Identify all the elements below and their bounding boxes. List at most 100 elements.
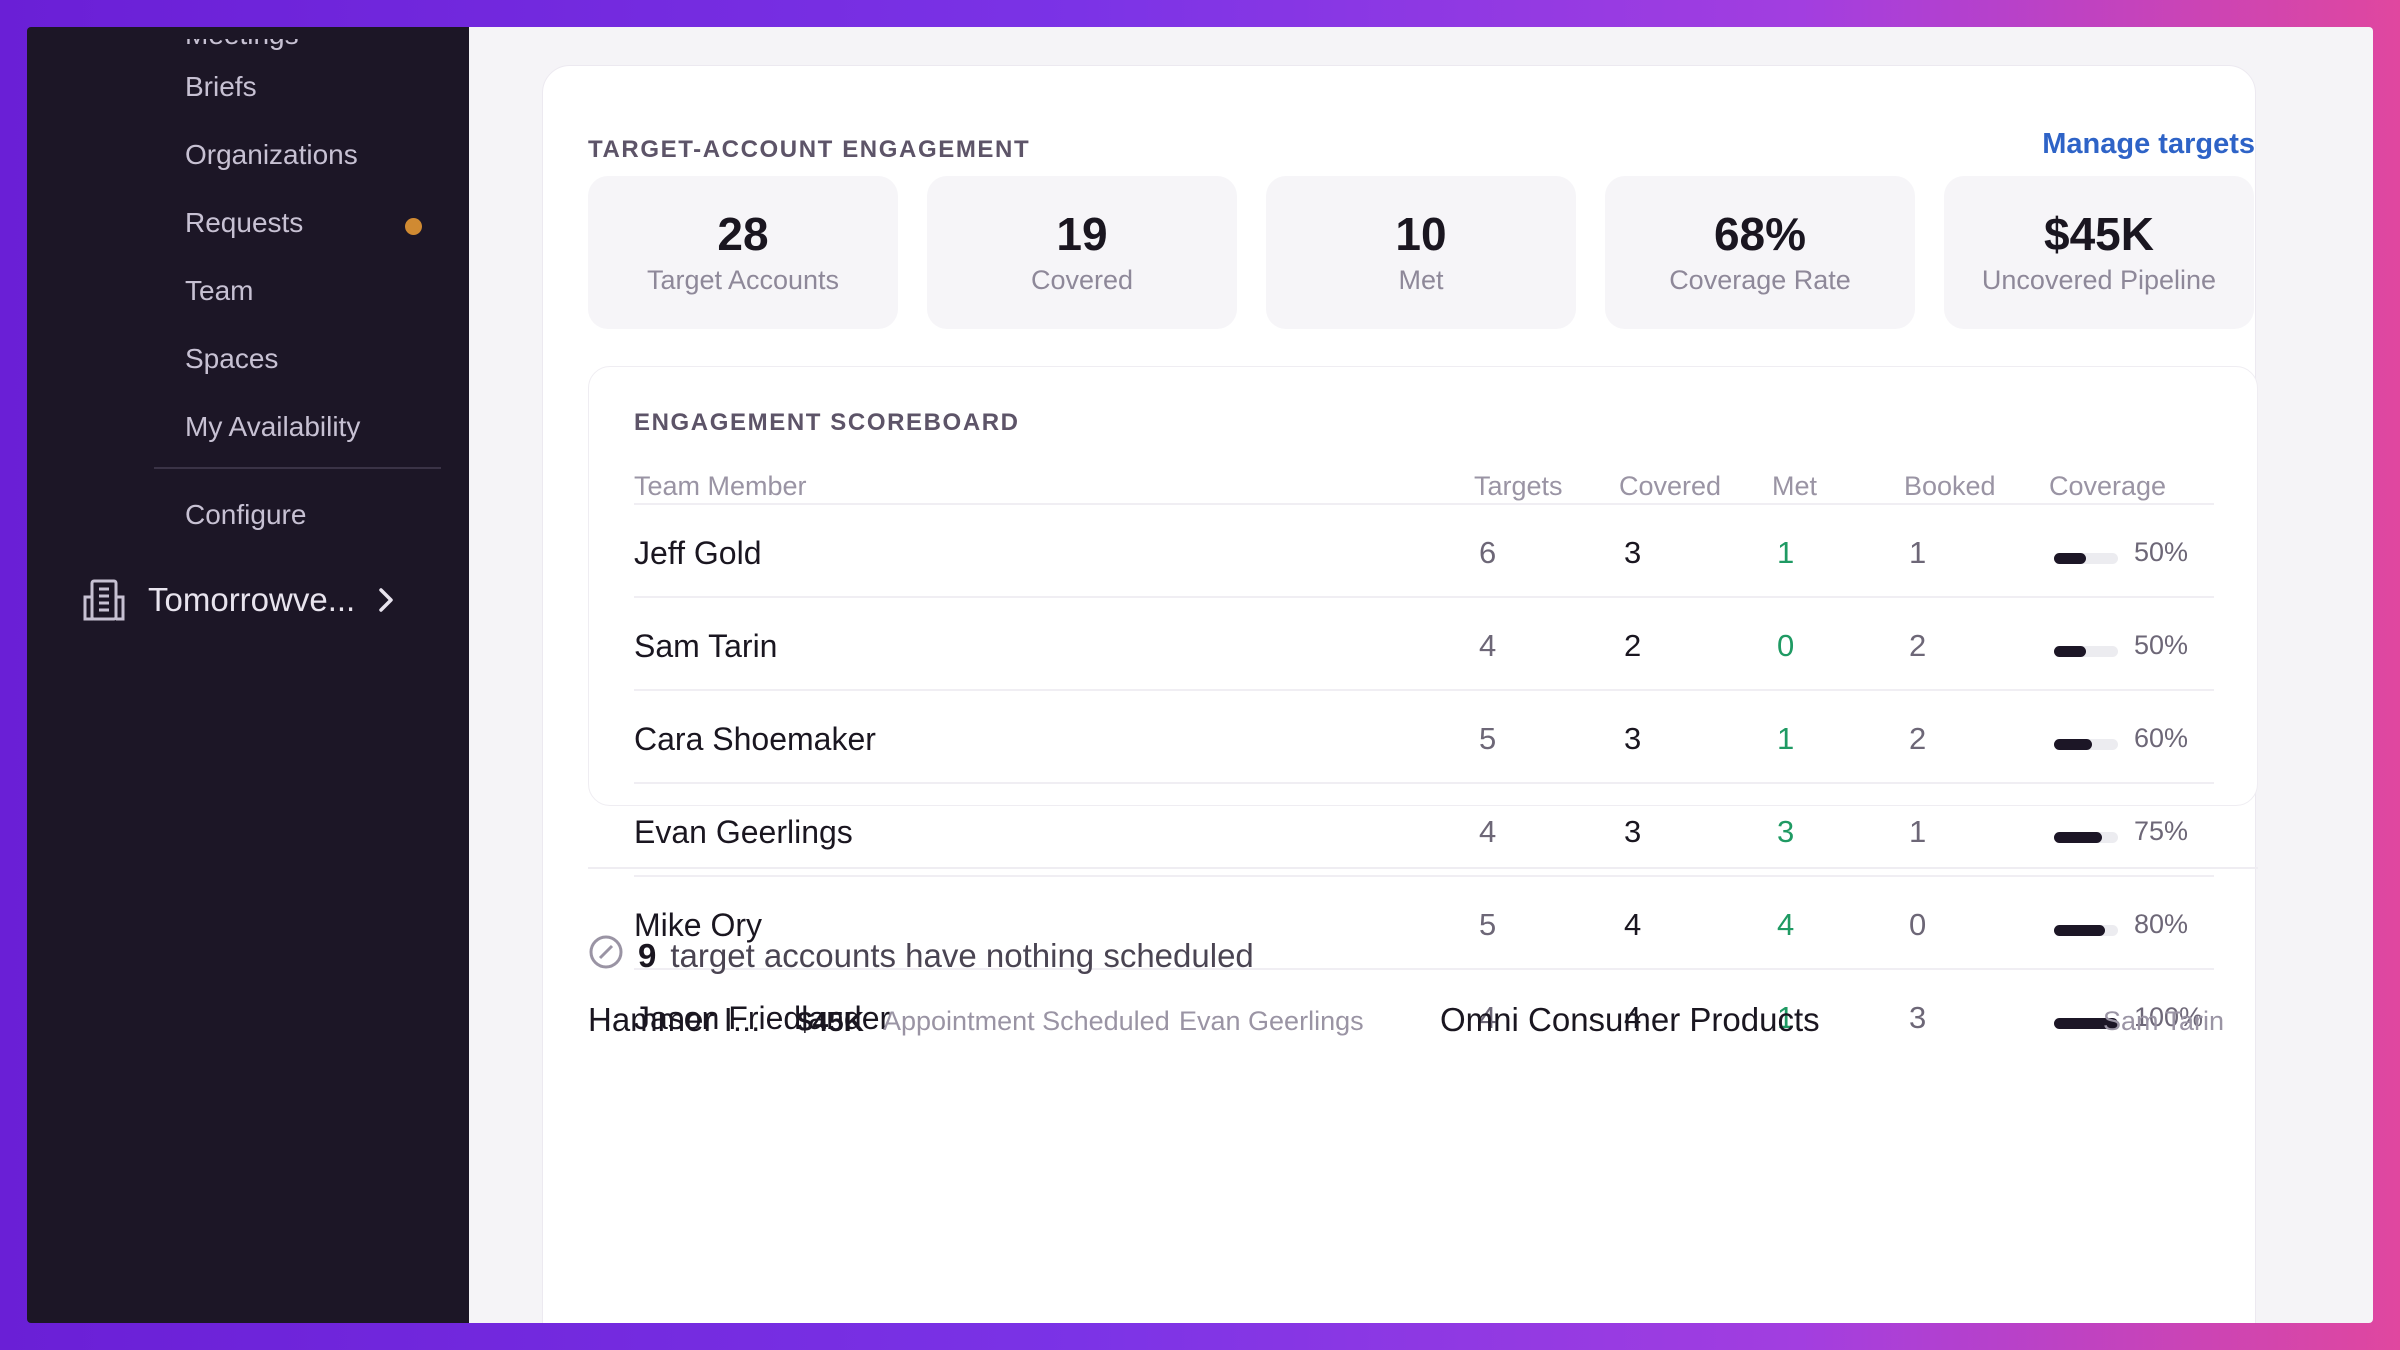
team-member-name: Evan Geerlings (634, 814, 853, 850)
column-header-covered[interactable]: Covered (1619, 471, 1721, 502)
sidebar-item-label: Briefs (185, 71, 257, 102)
sidebar-item-meetings[interactable]: Meetings (185, 27, 299, 51)
sidebar-item-label: Organizations (185, 139, 358, 170)
covered-value: 2 (1624, 628, 1642, 663)
coverage-percent: 50% (2134, 630, 2189, 660)
coverage-bar (2054, 553, 2118, 564)
table-row[interactable]: Sam Tarin 4 2 0 2 50% (634, 596, 2214, 689)
column-header-targets[interactable]: Targets (1474, 471, 1563, 502)
coverage-bar (2054, 832, 2118, 843)
met-value: 4 (1777, 907, 1795, 942)
sidebar: Meetings Briefs Organizations Requests T… (27, 27, 469, 1323)
account-name[interactable]: Omni Consumer Products (1440, 1001, 1820, 1039)
account-owner: Sam Tarin (2103, 1006, 2225, 1036)
coverage-bar-fill (2054, 553, 2086, 564)
stat-value: 10 (1395, 207, 1447, 260)
stat-met: 10 Met (1266, 176, 1576, 329)
check-circle-icon (588, 934, 624, 978)
booked-value: 3 (1909, 1000, 1927, 1035)
account-stage: Appointment Scheduled (883, 1006, 1170, 1036)
sidebar-item-label: Configure (185, 499, 307, 530)
sidebar-item-my-availability[interactable]: My Availability (185, 411, 360, 443)
sidebar-item-label: Meetings (185, 27, 299, 50)
met-value: 1 (1777, 535, 1795, 570)
account-owner: Evan Geerlings (1179, 1006, 1364, 1036)
covered-value: 4 (1624, 907, 1642, 942)
column-header-booked[interactable]: Booked (1904, 471, 1996, 502)
stat-value: 28 (717, 207, 769, 260)
coverage-bar-fill (2054, 739, 2093, 750)
engagement-title: TARGET-ACCOUNT ENGAGEMENT (588, 136, 1031, 163)
account-amount: $45K (797, 1006, 864, 1037)
sidebar-item-organizations[interactable]: Organizations (185, 139, 358, 171)
table-row[interactable]: Cara Shoemaker 5 3 1 2 60% (634, 689, 2214, 782)
sidebar-item-spaces[interactable]: Spaces (185, 343, 278, 375)
coverage-percent: 80% (2134, 909, 2189, 939)
booked-value: 1 (1909, 535, 1927, 570)
sidebar-item-team[interactable]: Team (185, 275, 253, 307)
stat-value: $45K (2044, 207, 2154, 260)
coverage-percent: 60% (2134, 723, 2189, 753)
team-member-name: Cara Shoemaker (634, 721, 876, 757)
requests-notification-dot (405, 218, 422, 235)
manage-targets-link[interactable]: Manage targets (1955, 128, 2255, 161)
stat-label: Target Accounts (646, 265, 840, 296)
sidebar-item-configure[interactable]: Configure (185, 499, 306, 531)
coverage-bar-fill (2054, 832, 2102, 843)
stat-value: 68% (1713, 207, 1807, 260)
column-header-met[interactable]: Met (1772, 471, 1817, 502)
unscheduled-summary: 9 target accounts have nothing scheduled (588, 934, 1254, 978)
coverage-percent: 50% (2134, 537, 2189, 567)
met-value: 0 (1777, 628, 1795, 663)
table-row[interactable]: Jason Friedlander 4 4 1 3 100% (634, 968, 2214, 1061)
stat-label: Covered (1030, 265, 1134, 296)
covered-value: 3 (1624, 814, 1642, 849)
column-header-team-member[interactable]: Team Member (634, 471, 807, 502)
targets-value: 5 (1479, 721, 1497, 756)
met-value: 3 (1777, 814, 1795, 849)
stat-label: Coverage Rate (1669, 265, 1851, 296)
unscheduled-count: 9 (638, 937, 657, 974)
covered-value: 3 (1624, 721, 1642, 756)
team-member-name: Jeff Gold (634, 535, 762, 571)
stat-coverage-rate: 68% Coverage Rate (1605, 176, 1915, 329)
stat-target-accounts: 28 Target Accounts (588, 176, 898, 329)
stats-row: 28 Target Accounts 19 Covered 10 Met 68%… (588, 176, 2254, 329)
booked-value: 1 (1909, 814, 1927, 849)
org-name: Tomorrowve... (148, 581, 356, 618)
coverage-bar (2054, 739, 2118, 750)
engagement-scoreboard: ENGAGEMENT SCOREBOARD Team Member Target… (588, 366, 2258, 1036)
chevron-right-icon (377, 586, 395, 614)
targets-value: 5 (1479, 907, 1497, 942)
coverage-bar-fill (2054, 646, 2086, 657)
table-row[interactable]: Evan Geerlings 4 3 3 1 75% (634, 782, 2214, 875)
column-header-coverage[interactable]: Coverage (2049, 471, 2166, 502)
targets-value: 6 (1479, 535, 1497, 570)
section-divider (588, 867, 2258, 869)
coverage-bar-fill (2054, 925, 2106, 936)
sidebar-item-label: Team (185, 275, 254, 306)
table-row[interactable]: Jeff Gold 6 3 1 1 50% (634, 503, 2214, 596)
unscheduled-text: target accounts have nothing scheduled (670, 937, 1254, 974)
main-content: TARGET-ACCOUNT ENGAGEMENT Manage targets… (469, 27, 2373, 1323)
covered-value: 3 (1624, 535, 1642, 570)
stat-label: Uncovered Pipeline (1981, 265, 2217, 296)
targets-value: 4 (1479, 814, 1497, 849)
account-name[interactable]: Hammer I... (588, 1001, 760, 1039)
booked-value: 0 (1909, 907, 1927, 942)
stat-uncovered-pipeline: $45K Uncovered Pipeline (1944, 176, 2254, 329)
engagement-card: TARGET-ACCOUNT ENGAGEMENT Manage targets… (542, 65, 2258, 1323)
sidebar-item-label: Spaces (185, 343, 279, 374)
sidebar-item-requests[interactable]: Requests (185, 207, 303, 239)
sidebar-item-label: Requests (185, 207, 304, 238)
stat-label: Met (1398, 265, 1444, 296)
org-switcher[interactable]: Tomorrowve... (82, 577, 395, 623)
targets-value: 4 (1479, 628, 1497, 663)
app-window: Meetings Briefs Organizations Requests T… (27, 27, 2373, 1323)
building-icon (82, 577, 126, 623)
team-member-name: Sam Tarin (634, 628, 778, 664)
sidebar-divider (154, 467, 441, 469)
sidebar-item-label: My Availability (185, 411, 361, 442)
booked-value: 2 (1909, 721, 1927, 756)
sidebar-item-briefs[interactable]: Briefs (185, 71, 257, 103)
